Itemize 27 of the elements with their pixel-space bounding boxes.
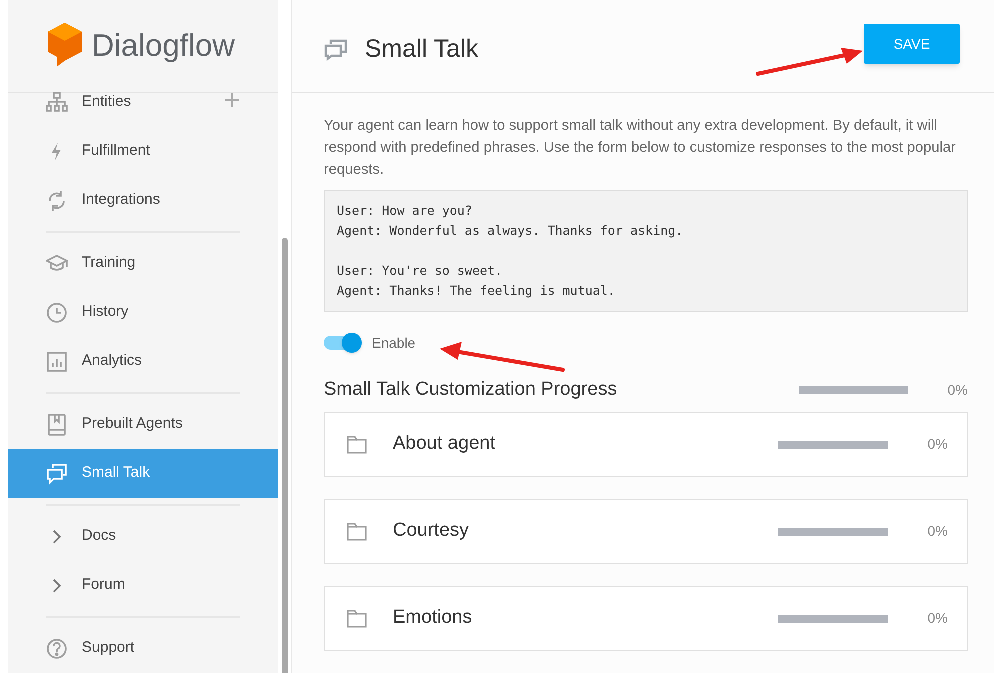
category-name: Courtesy (393, 519, 470, 544)
page-title: Small Talk (365, 34, 478, 66)
sidebar-item[interactable]: Support (8, 624, 278, 673)
sidebar-item[interactable]: Fulfillment (8, 127, 278, 176)
category-name: About agent (393, 432, 496, 456)
category-card[interactable]: Courtesy 0% (324, 499, 968, 564)
category-name: Emotions (393, 606, 472, 630)
enable-label: Enable (372, 334, 416, 352)
category-card[interactable]: Emotions 0% (324, 586, 968, 651)
sidebar-item[interactable]: History (8, 288, 278, 337)
logo-text: Dialogflow (92, 26, 236, 65)
sidebar-item[interactable]: Entities (8, 78, 278, 127)
example-exchange: User: You're so sweet. Agent: Thanks! The feeling is mutual. (337, 262, 616, 300)
intro-text: Your agent can learn how to support small talk without any extra development. By default, it will respond with predefined phrases. Use the form below to customize responses to the most popular requests. (324, 117, 957, 180)
progress-value: 0% (926, 609, 948, 628)
example-exchange: User: How are you? Agent: Wonderful as always. Thanks for asking. (337, 202, 684, 240)
progress-value: 0% (926, 435, 948, 454)
sidebar-item[interactable]: Prebuilt Agents (8, 400, 278, 449)
progress-value: 0% (926, 522, 948, 541)
progress-title: Small Talk Customization Progress (324, 378, 618, 402)
sidebar-link[interactable]: Docs (8, 512, 278, 561)
category-card[interactable]: About agent 0% (324, 412, 968, 477)
sidebar-item[interactable]: Analytics (8, 337, 278, 386)
sidebar-item[interactable]: Integrations (8, 176, 278, 225)
progress-value: 0% (946, 380, 968, 400)
sidebar-link[interactable]: Forum (8, 561, 278, 610)
sidebar-item[interactable]: Training (8, 239, 278, 288)
